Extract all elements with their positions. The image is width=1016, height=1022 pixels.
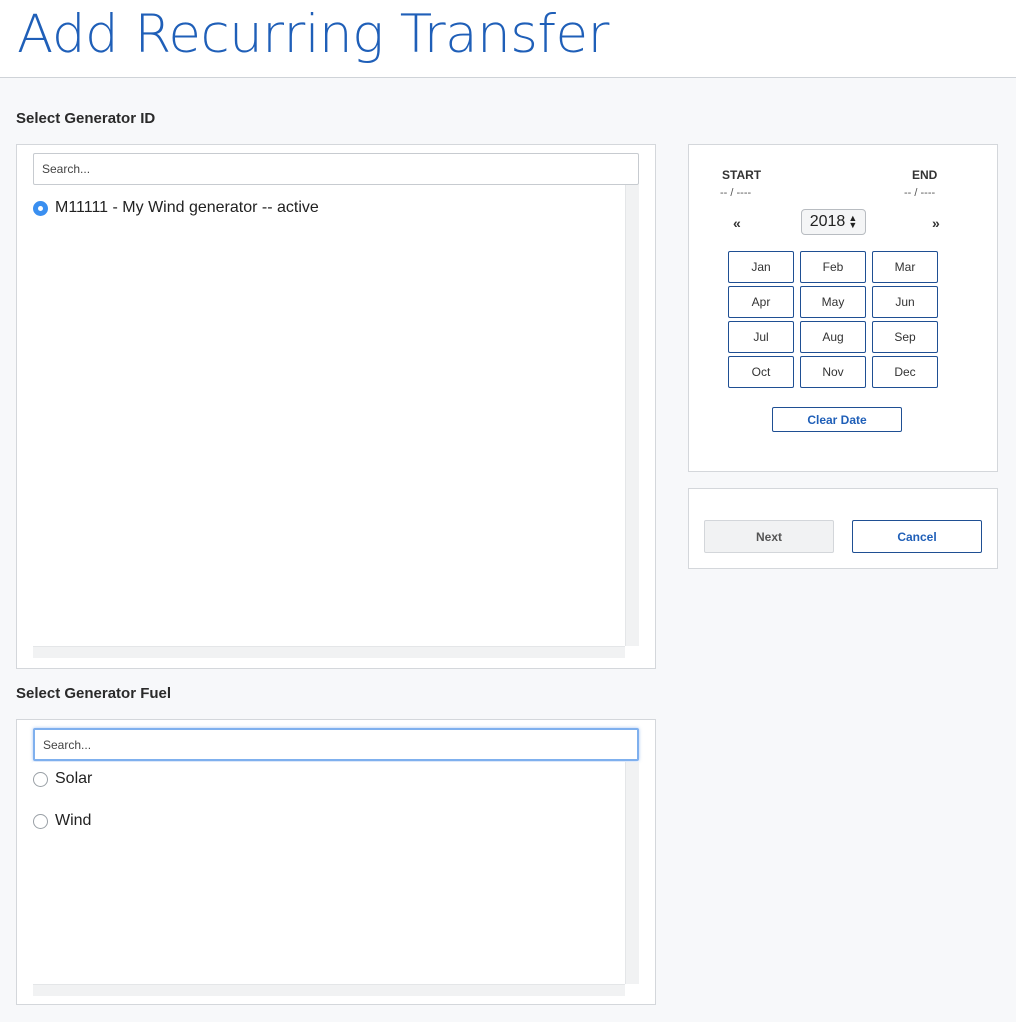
- previous-year-icon[interactable]: «: [733, 215, 741, 231]
- month-dec-button[interactable]: Dec: [872, 356, 938, 388]
- generator-id-panel: M11111 - My Wind generator -- active: [16, 144, 656, 669]
- month-oct-button[interactable]: Oct: [728, 356, 794, 388]
- end-value: -- / ----: [904, 187, 936, 199]
- horizontal-scrollbar[interactable]: [33, 984, 625, 996]
- generator-option-m11111[interactable]: M11111 - My Wind generator -- active: [33, 196, 319, 220]
- fuel-option-solar[interactable]: Solar: [33, 767, 92, 791]
- actions-panel: Next Cancel: [688, 488, 998, 569]
- next-year-icon[interactable]: »: [932, 215, 940, 231]
- fuel-option-label: Wind: [55, 812, 92, 829]
- month-jan-button[interactable]: Jan: [728, 251, 794, 283]
- month-feb-button[interactable]: Feb: [800, 251, 866, 283]
- radio-unchecked-icon[interactable]: [33, 813, 48, 829]
- year-value: 2018: [809, 213, 846, 230]
- horizontal-scrollbar[interactable]: [33, 646, 625, 658]
- next-button[interactable]: Next: [704, 520, 834, 553]
- month-jun-button[interactable]: Jun: [872, 286, 938, 318]
- month-apr-button[interactable]: Apr: [728, 286, 794, 318]
- cancel-button[interactable]: Cancel: [852, 520, 982, 553]
- clear-date-button[interactable]: Clear Date: [772, 407, 902, 432]
- date-picker-panel: START -- / ---- END -- / ---- « 2018 ▲ ▼ …: [688, 144, 998, 472]
- select-arrows-icon: ▲ ▼: [848, 213, 858, 230]
- fuel-option-label: Solar: [55, 770, 93, 787]
- end-label: END: [912, 168, 938, 182]
- month-nov-button[interactable]: Nov: [800, 356, 866, 388]
- radio-checked-icon[interactable]: [33, 200, 48, 216]
- month-mar-button[interactable]: Mar: [872, 251, 938, 283]
- vertical-scrollbar[interactable]: [625, 762, 639, 984]
- generator-fuel-search-input[interactable]: [33, 728, 639, 761]
- generator-fuel-panel: Solar Wind: [16, 719, 656, 1005]
- month-jul-button[interactable]: Jul: [728, 321, 794, 353]
- vertical-scrollbar[interactable]: [625, 185, 639, 646]
- page-header: Add Recurring Transfer: [0, 0, 1016, 78]
- generator-id-search-input[interactable]: [33, 153, 639, 185]
- start-label: START: [722, 168, 762, 182]
- month-may-button[interactable]: May: [800, 286, 866, 318]
- start-value: -- / ----: [720, 187, 752, 199]
- page-title: Add Recurring Transfer: [17, 4, 609, 65]
- generator-option-label: M11111 - My Wind generator -- active: [55, 199, 319, 216]
- radio-unchecked-icon[interactable]: [33, 771, 48, 787]
- month-sep-button[interactable]: Sep: [872, 321, 938, 353]
- month-aug-button[interactable]: Aug: [800, 321, 866, 353]
- generator-fuel-list: Solar Wind: [33, 762, 639, 996]
- generator-id-list: M11111 - My Wind generator -- active: [33, 185, 639, 660]
- fuel-option-wind[interactable]: Wind: [33, 809, 91, 833]
- generator-id-label: Select Generator ID: [16, 110, 156, 127]
- year-select[interactable]: 2018 ▲ ▼: [801, 209, 866, 235]
- generator-fuel-label: Select Generator Fuel: [16, 685, 172, 702]
